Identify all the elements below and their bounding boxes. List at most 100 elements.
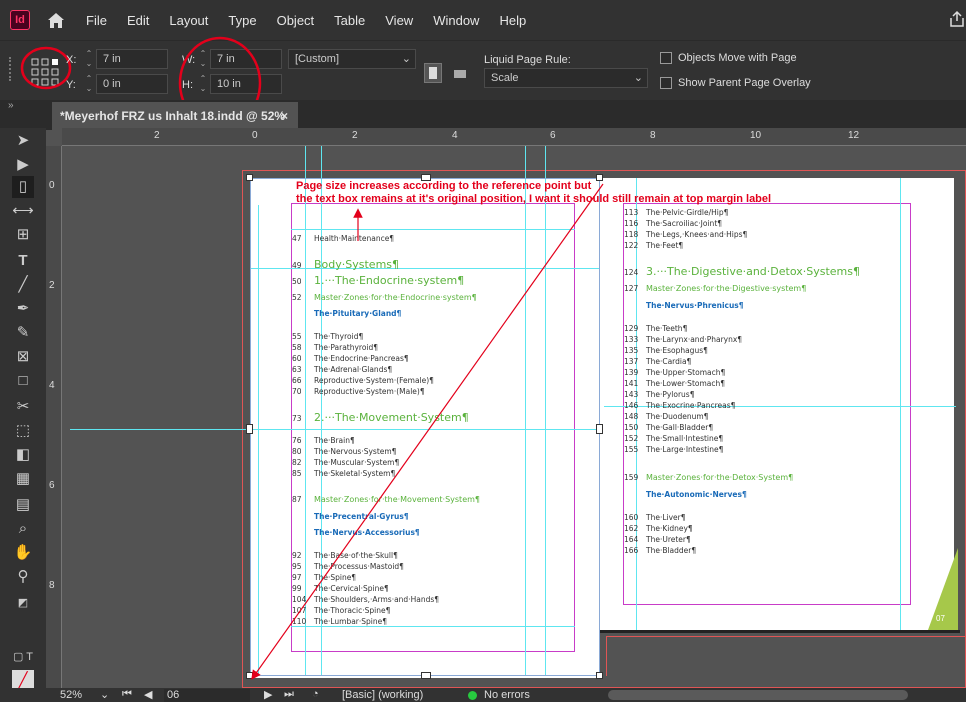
resize-handle[interactable] [596,174,603,181]
ruler-label: 12 [848,130,860,141]
toc-page-number: 52 [292,293,302,302]
line-tool-icon[interactable]: ╱ [12,274,34,296]
toc-title: The·Base·of·the·Skull¶ [314,551,398,560]
first-page-icon[interactable]: ⏮ [122,688,132,701]
resize-handle[interactable] [246,174,253,181]
toc-entry: 122 The·Feet¶ [624,241,683,250]
resize-handle[interactable] [596,424,603,434]
rectangle-frame-icon[interactable]: ⊠ [12,346,34,368]
content-collector-icon[interactable]: ⊞ [12,224,34,246]
toc-entry: 99 The·Cervical·Spine¶ [292,584,389,593]
home-icon[interactable] [46,10,66,30]
chevron-down-icon[interactable]: ⌄ [100,688,109,701]
toc-page-number: 135 [624,346,639,355]
last-page-icon[interactable]: ⏭ [284,688,294,701]
x-stepper[interactable]: ⌃ ⌄ [82,49,96,69]
preset-select[interactable]: [Custom] ⌄ [288,49,416,69]
gradient-swatch-icon[interactable]: ◧ [12,444,34,466]
annotation-text-1: Page size increases according to the ref… [296,180,592,192]
y-stepper[interactable]: ⌃ ⌄ [82,74,96,94]
toc-page-number: 110 [292,617,307,626]
prev-page-icon[interactable]: ◀ [144,688,152,701]
toc-title: The·Feet¶ [646,241,684,250]
selection-tool-icon[interactable]: ➤ [12,130,34,152]
status-bar: 52% ⌄ ⏮ ◀ 06 ▶ ⏭ ◔ [Basic] (working) No … [0,688,966,702]
menu-item-window[interactable]: Window [423,13,489,28]
resize-handle[interactable] [596,672,603,679]
hscrollbar[interactable] [608,690,908,700]
toc-entry: 82 The·Muscular·System¶ [292,458,399,467]
menu-item-table[interactable]: Table [324,13,375,28]
resize-handle[interactable] [246,424,253,434]
note-tool-icon[interactable]: ▤ [12,494,34,516]
show-parent-checkbox[interactable] [660,77,672,89]
y-field[interactable]: 0 in [96,74,168,94]
toc-page-number: 155 [624,445,639,454]
collapse-icon[interactable]: » [8,100,14,111]
toc-title: The·Precentral·Gyrus¶ [314,512,409,521]
direct-selection-tool-icon[interactable]: ▶ [12,154,34,176]
toc-title: The·Pylorus¶ [646,390,695,399]
preflight-icon[interactable]: ◔ [312,688,319,700]
toc-entry: 160 The·Liver¶ [624,513,686,522]
landscape-icon[interactable] [452,65,468,83]
eyedropper-icon[interactable]: ⌕ [12,518,34,540]
rectangle-tool-icon[interactable]: □ [12,370,34,392]
zoom-tool-icon[interactable]: ⚲ [12,566,34,588]
toc-entry: 133 The·Larynx·and·Pharynx¶ [624,335,742,344]
menu-item-edit[interactable]: Edit [117,13,159,28]
toc-title: The·Parathyroid¶ [314,343,379,352]
liquid-page-rule-select[interactable]: Scale ⌄ [484,68,648,88]
toc-entry: 127 Master·Zones·for·the·Digestive·system… [624,284,806,293]
toc-title: Reproductive·System·(Male)¶ [314,387,425,396]
x-field[interactable]: 7 in [96,49,168,69]
menu-item-type[interactable]: Type [218,13,266,28]
resize-handle[interactable] [246,672,253,679]
toc-title: The·Legs,·Knees·and·Hips¶ [646,230,748,239]
objects-move-checkbox[interactable] [660,52,672,64]
close-icon[interactable]: × [281,102,288,130]
toc-page-number: 127 [624,284,639,293]
menu-item-help[interactable]: Help [489,13,536,28]
page-number-field[interactable]: 06 [164,689,250,702]
menu-item-object[interactable]: Object [267,13,325,28]
menu-item-file[interactable]: File [76,13,117,28]
errors-label[interactable]: No errors [484,689,530,701]
gap-tool-icon[interactable]: ⟷ [12,200,34,222]
pen-tool-icon[interactable]: ✒ [12,298,34,320]
type-tool-icon[interactable]: T [12,250,34,272]
share-icon[interactable] [948,10,966,28]
toc-page-number: 113 [624,208,639,217]
preflight-profile[interactable]: [Basic] (working) [342,689,423,701]
next-page-icon[interactable]: ▶ [264,688,272,701]
tab-document[interactable]: *Meyerhof FRZ us Inhalt 18.indd @ 52% × [52,102,298,130]
page-tool-icon[interactable]: ▯ [12,176,34,198]
resize-handle[interactable] [421,672,431,679]
toc-page-number: 95 [292,562,302,571]
toc-page-number: 104 [292,595,307,604]
liquid-page-rule-label: Liquid Page Rule: [484,54,571,66]
zoom-level[interactable]: 52% [60,689,82,701]
toc-entry: 143 The·Pylorus¶ [624,390,694,399]
default-colors-icon[interactable]: ◩ [12,592,34,614]
toc-title: The·Shoulders,·Arms·and·Hands¶ [314,595,440,604]
hand-tool-icon[interactable]: ✋ [12,542,34,564]
toc-page-number: 50 [292,277,302,286]
horizontal-ruler: 2 0 2 4 6 8 10 12 [62,128,966,146]
toc-entry: 146 The·Exocrine·Pancreas¶ [624,401,735,410]
gradient-feather-icon[interactable]: ▦ [12,468,34,490]
free-transform-icon[interactable]: ⬚ [12,420,34,442]
menu-item-layout[interactable]: Layout [159,13,218,28]
scissors-tool-icon[interactable]: ✂ [12,396,34,418]
format-container-icon[interactable]: ▢ T [12,646,34,668]
menu-item-view[interactable]: View [375,13,423,28]
portrait-button[interactable] [424,63,442,83]
toc-page-number: 166 [624,546,639,555]
toc-entry: The·Pituitary·Gland¶ [292,309,401,318]
x-label: X: [66,54,77,66]
pencil-tool-icon[interactable]: ✎ [12,322,34,344]
ruler-label: 0 [49,180,55,191]
show-parent-label: Show Parent Page Overlay [678,77,811,89]
right-page-shadow [600,630,960,633]
toc-page-number: 76 [292,436,302,445]
